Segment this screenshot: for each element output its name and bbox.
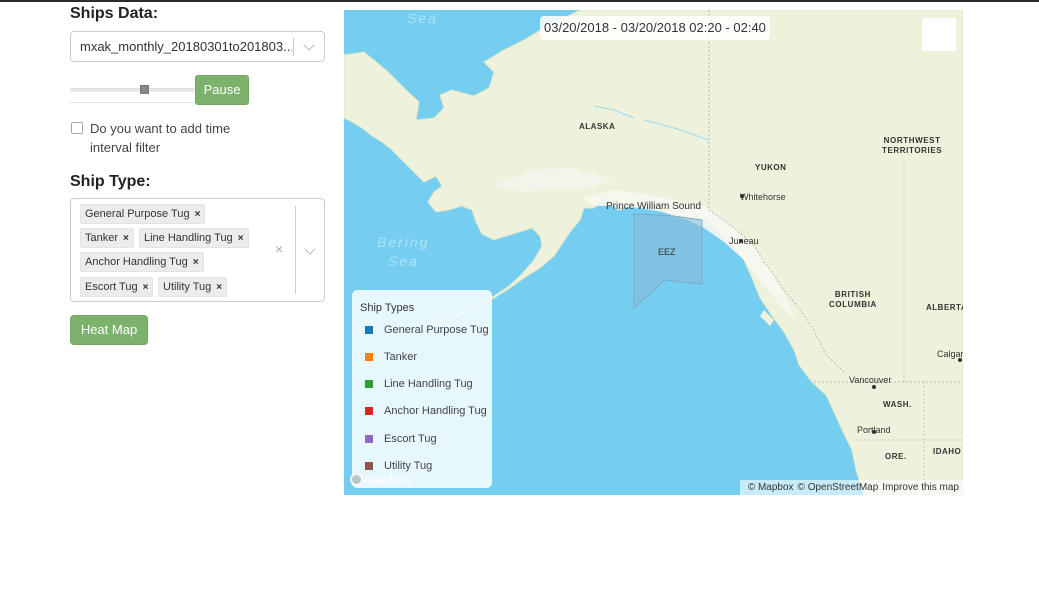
mapbox-logo-icon (350, 473, 363, 486)
place-label-whitehorse: Whitehorse (740, 192, 786, 202)
legend-swatch (365, 435, 373, 443)
heat-map-button[interactable]: Heat Map (70, 315, 148, 345)
legend-swatch (365, 380, 373, 388)
region-label-line: COLUMBIA (829, 300, 877, 309)
place-label-portland: Portland (857, 425, 891, 435)
chip-remove-icon[interactable]: × (238, 233, 244, 244)
legend-item: Line Handling Tug (365, 378, 473, 392)
chip-remove-icon[interactable]: × (143, 282, 149, 293)
place-label-vancouver: Vancouver (849, 375, 892, 385)
region-label-line: TERRITORIES (882, 146, 943, 155)
ship-type-multiselect[interactable]: General Purpose Tug × Tanker × Line Handli… (70, 198, 325, 302)
region-label-line: BRITISH (834, 290, 872, 299)
sea-label: Bering (377, 234, 430, 250)
legend-item: General Purpose Tug (365, 324, 489, 338)
sea-label: Sea (407, 10, 438, 26)
legend-swatch (365, 353, 373, 361)
time-interval-checkbox[interactable] (71, 122, 83, 134)
attribution-osm-link[interactable]: © OpenStreetMap (798, 482, 879, 493)
legend-item: Tanker (365, 351, 417, 365)
map-control-button[interactable] (922, 18, 956, 51)
region-label-alaska: ALASKA (579, 122, 616, 131)
legend-swatch (365, 407, 373, 415)
time-slider[interactable] (70, 88, 195, 92)
legend-item: Escort Tug (365, 433, 437, 447)
place-label-calgary: Calgar (937, 349, 963, 359)
sea-label: Sea (388, 253, 419, 269)
place-label-eez: EEZ (658, 247, 676, 257)
chevron-down-icon[interactable] (304, 243, 316, 255)
place-label-prince-william: Prince William Sound (606, 201, 702, 212)
clear-all-icon[interactable]: × (275, 241, 283, 257)
legend-label: Utility Tug (384, 460, 433, 472)
legend-label: Anchor Handling Tug (384, 405, 487, 417)
chip-label: Anchor Handling Tug (85, 256, 188, 268)
multiselect-separator (295, 206, 296, 294)
region-label-nwt: NORTHWEST TERRITORIES (882, 136, 942, 156)
ship-types-legend: Ship Types General Purpose Tug Tanker Li… (352, 290, 492, 488)
region-label-idaho: IDAHO (933, 447, 962, 456)
legend-label: General Purpose Tug (384, 324, 489, 336)
mapbox-logo-text: mapbox (364, 473, 412, 487)
ships-data-heading: Ships Data: (70, 5, 159, 22)
legend-label: Escort Tug (384, 433, 437, 445)
chip-label: General Purpose Tug (85, 208, 190, 220)
mapbox-logo[interactable]: mapbox (350, 473, 411, 487)
chip-remove-icon[interactable]: × (195, 209, 201, 220)
chip-label: Escort Tug (85, 281, 138, 293)
time-range-label: 03/20/2018 - 03/20/2018 02:20 - 02:40 (540, 16, 770, 40)
attribution-mapbox-link[interactable]: © Mapbox (748, 482, 794, 493)
legend-label: Tanker (384, 351, 418, 363)
map-attribution: © Mapbox © OpenStreetMap Improve this map (739, 480, 963, 495)
ship-type-chip: Anchor Handling Tug × (80, 252, 204, 272)
time-slider-handle[interactable] (140, 85, 149, 94)
chip-remove-icon[interactable]: × (193, 257, 199, 268)
ship-type-chip: General Purpose Tug × (80, 204, 206, 224)
ship-type-chip: Tanker × (80, 228, 134, 248)
legend-swatch (365, 462, 373, 470)
region-label-alberta: ALBERTA (926, 303, 963, 312)
place-label-juneau: Juneau (729, 236, 759, 246)
ship-type-chip: Line Handling Tug × (139, 228, 249, 248)
legend-item: Anchor Handling Tug (365, 405, 487, 419)
legend-item: Utility Tug (365, 460, 432, 474)
region-label-ore: ORE. (885, 452, 907, 461)
select-separator (293, 38, 294, 56)
top-border (0, 0, 1039, 2)
region-label-yukon: YUKON (755, 163, 787, 172)
legend-label: Line Handling Tug (384, 378, 473, 390)
time-interval-checkbox-label: Do you want to add time interval filter (90, 121, 231, 155)
pause-button[interactable]: Pause (195, 75, 249, 105)
chip-remove-icon[interactable]: × (216, 282, 222, 293)
legend-title: Ship Types (360, 302, 415, 314)
chevron-down-icon[interactable] (303, 39, 315, 51)
ship-type-chip: Utility Tug × (158, 277, 228, 297)
chip-label: Tanker (85, 232, 119, 244)
map-view[interactable]: Sea Bering Sea ALASKA YUKON NORTHWEST TER… (344, 10, 963, 495)
ships-data-select[interactable]: mxak_monthly_20180301to201803... (70, 31, 325, 62)
region-label-line: NORTHWEST (883, 136, 941, 145)
chip-remove-icon[interactable]: × (123, 233, 129, 244)
chip-label: Line Handling Tug (144, 232, 233, 244)
improve-map-link[interactable]: Improve this map (882, 482, 959, 493)
chip-label: Utility Tug (163, 281, 212, 293)
ships-data-select-value: mxak_monthly_20180301to201803... (80, 39, 292, 54)
legend-swatch (365, 326, 373, 334)
region-label-bc: BRITISH COLUMBIA (829, 290, 877, 310)
ship-type-chip: Escort Tug × (80, 277, 154, 297)
ship-type-heading: Ship Type: (70, 173, 151, 190)
region-label-wash: WASH. (883, 400, 912, 409)
